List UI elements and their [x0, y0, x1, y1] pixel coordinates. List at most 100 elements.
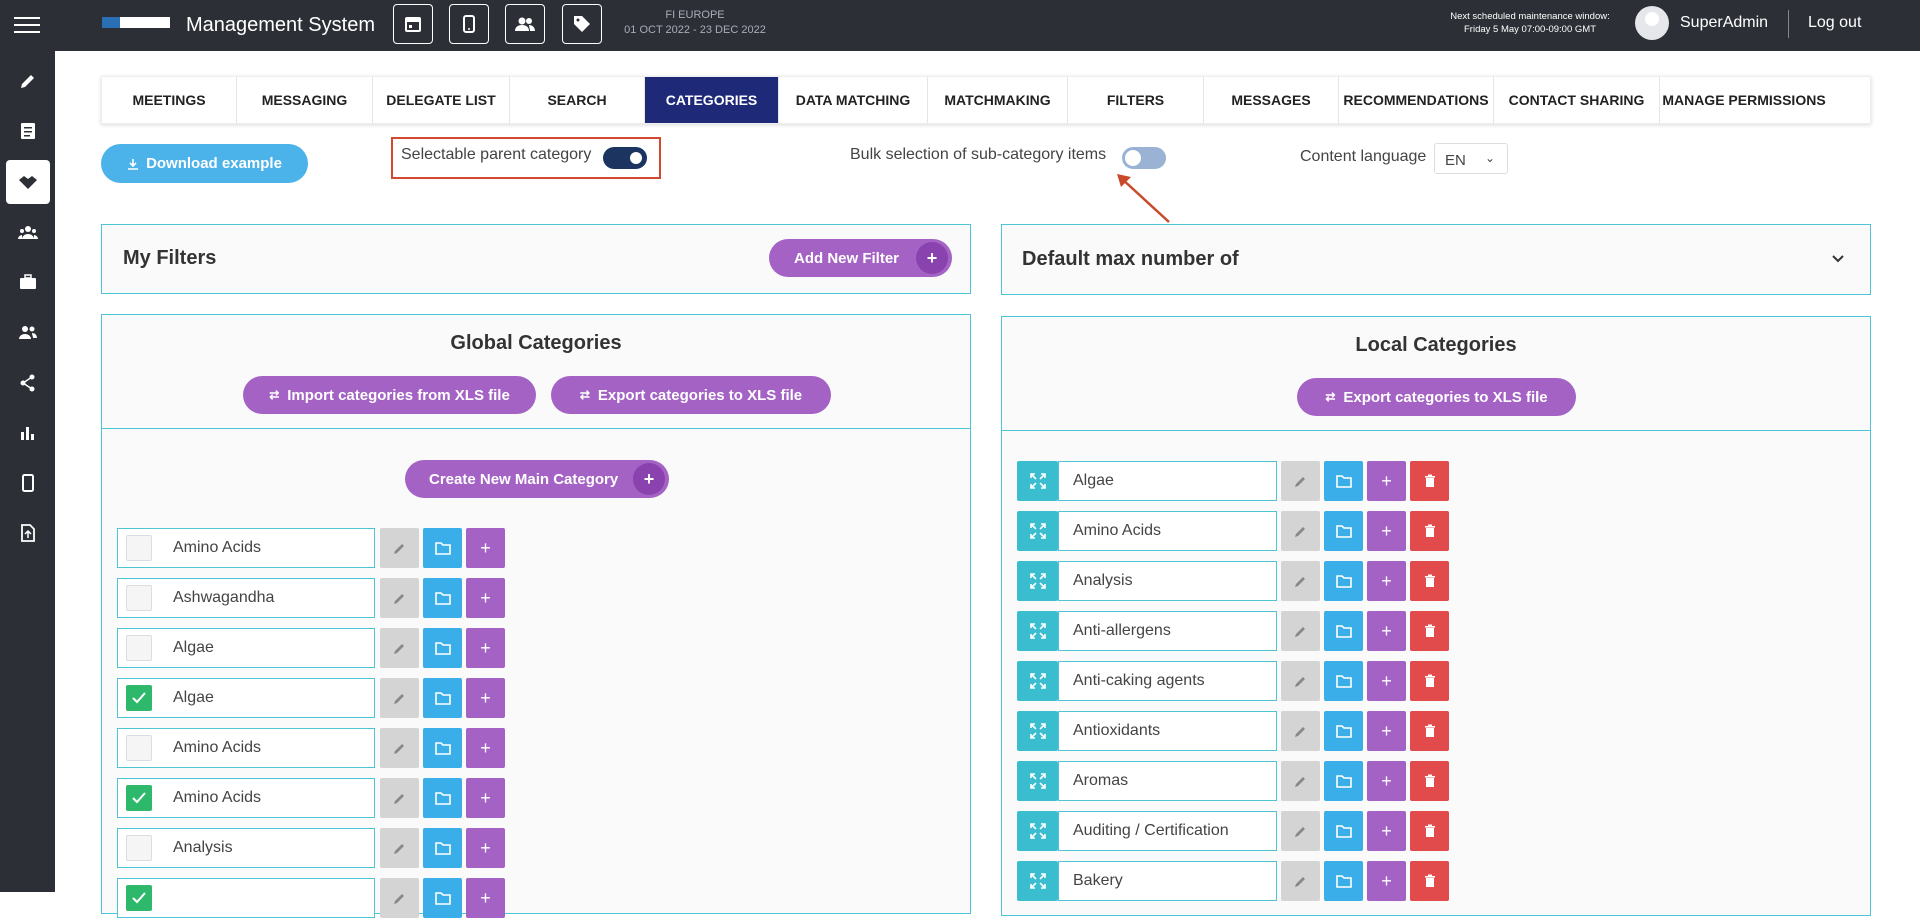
- add-subcategory-button[interactable]: +: [1367, 461, 1406, 501]
- tab-messages[interactable]: MESSAGES: [1204, 77, 1339, 123]
- add-subcategory-button[interactable]: +: [466, 778, 505, 818]
- tab-categories[interactable]: CATEGORIES: [645, 77, 779, 123]
- delete-button[interactable]: [1410, 861, 1449, 901]
- delete-button[interactable]: [1410, 661, 1449, 701]
- category-name-field[interactable]: Aromas: [1058, 761, 1277, 801]
- add-subcategory-button[interactable]: +: [1367, 511, 1406, 551]
- category-name-field[interactable]: Antioxidants: [1058, 711, 1277, 751]
- category-name-field[interactable]: Auditing / Certification: [1058, 811, 1277, 851]
- category-name-field[interactable]: Ashwagandha: [117, 578, 375, 618]
- bulk-selection-toggle[interactable]: [1122, 147, 1166, 169]
- edit-button[interactable]: [380, 728, 419, 768]
- folder-button[interactable]: [423, 528, 462, 568]
- add-subcategory-button[interactable]: +: [1367, 761, 1406, 801]
- sidebar-item-share[interactable]: [0, 361, 55, 405]
- expand-button[interactable]: [1017, 561, 1058, 601]
- category-name-field[interactable]: Algae: [1058, 461, 1277, 501]
- tab-messaging[interactable]: MESSAGING: [237, 77, 373, 123]
- category-name-field[interactable]: Algae: [117, 678, 375, 718]
- add-subcategory-button[interactable]: +: [466, 578, 505, 618]
- add-subcategory-button[interactable]: +: [466, 728, 505, 768]
- category-name-field[interactable]: Anti-caking agents: [1058, 661, 1277, 701]
- folder-button[interactable]: [1324, 711, 1363, 751]
- category-checkbox[interactable]: [126, 535, 152, 561]
- expand-button[interactable]: [1017, 661, 1058, 701]
- edit-button[interactable]: [1281, 661, 1320, 701]
- sidebar-item-exhibitors[interactable]: [0, 260, 55, 304]
- tab-matchmaking[interactable]: MATCHMAKING: [928, 77, 1068, 123]
- users-button[interactable]: [505, 4, 545, 44]
- local-export-xls-button[interactable]: ⇄ Export categories to XLS file: [1297, 378, 1576, 416]
- add-subcategory-button[interactable]: +: [466, 678, 505, 718]
- tab-recommendations[interactable]: RECOMMENDATIONS: [1339, 77, 1494, 123]
- mobile-button[interactable]: [449, 4, 489, 44]
- category-name-field[interactable]: Algae: [117, 628, 375, 668]
- category-checkbox[interactable]: [126, 835, 152, 861]
- tab-search[interactable]: SEARCH: [510, 77, 645, 123]
- tag-button[interactable]: [562, 4, 602, 44]
- category-name-field[interactable]: Analysis: [1058, 561, 1277, 601]
- category-name-field[interactable]: Amino Acids: [117, 728, 375, 768]
- edit-button[interactable]: [1281, 611, 1320, 651]
- edit-button[interactable]: [1281, 461, 1320, 501]
- folder-button[interactable]: [423, 628, 462, 668]
- add-subcategory-button[interactable]: +: [466, 878, 505, 918]
- category-name-field[interactable]: Anti-allergens: [1058, 611, 1277, 651]
- create-main-category-button[interactable]: Create New Main Category +: [405, 460, 669, 498]
- content-language-select[interactable]: EN ⌄: [1434, 143, 1508, 174]
- add-subcategory-button[interactable]: +: [1367, 561, 1406, 601]
- add-subcategory-button[interactable]: +: [466, 528, 505, 568]
- edit-button[interactable]: [380, 878, 419, 918]
- tab-data-matching[interactable]: DATA MATCHING: [779, 77, 928, 123]
- expand-button[interactable]: [1017, 611, 1058, 651]
- sidebar-item-people[interactable]: [0, 310, 55, 354]
- folder-button[interactable]: [1324, 761, 1363, 801]
- folder-button[interactable]: [1324, 661, 1363, 701]
- category-checkbox[interactable]: [126, 685, 152, 711]
- selectable-parent-toggle[interactable]: [603, 147, 647, 169]
- delete-button[interactable]: [1410, 761, 1449, 801]
- hamburger-menu-icon[interactable]: [14, 17, 40, 35]
- category-name-field[interactable]: Amino Acids: [117, 778, 375, 818]
- user-name[interactable]: SuperAdmin: [1680, 14, 1768, 32]
- tab-manage-permissions[interactable]: MANAGE PERMISSIONS: [1660, 77, 1828, 123]
- delete-button[interactable]: [1410, 461, 1449, 501]
- category-checkbox[interactable]: [126, 735, 152, 761]
- tab-contact-sharing[interactable]: CONTACT SHARING: [1494, 77, 1660, 123]
- edit-button[interactable]: [1281, 711, 1320, 751]
- add-subcategory-button[interactable]: +: [466, 628, 505, 668]
- expand-button[interactable]: [1017, 861, 1058, 901]
- delete-button[interactable]: [1410, 811, 1449, 851]
- add-subcategory-button[interactable]: +: [1367, 661, 1406, 701]
- folder-button[interactable]: [1324, 561, 1363, 601]
- category-name-field[interactable]: [117, 878, 375, 918]
- category-name-field[interactable]: Analysis: [117, 828, 375, 868]
- default-max-panel[interactable]: Default max number of: [1001, 224, 1871, 295]
- delete-button[interactable]: [1410, 511, 1449, 551]
- avatar[interactable]: [1635, 6, 1669, 40]
- add-subcategory-button[interactable]: +: [1367, 611, 1406, 651]
- category-checkbox[interactable]: [126, 885, 152, 911]
- add-subcategory-button[interactable]: +: [466, 828, 505, 868]
- add-new-filter-button[interactable]: Add New Filter +: [769, 239, 952, 277]
- delete-button[interactable]: [1410, 711, 1449, 751]
- edit-button[interactable]: [1281, 761, 1320, 801]
- category-checkbox[interactable]: [126, 585, 152, 611]
- folder-button[interactable]: [1324, 461, 1363, 501]
- sidebar-item-document[interactable]: [0, 109, 55, 153]
- edit-button[interactable]: [380, 778, 419, 818]
- expand-button[interactable]: [1017, 811, 1058, 851]
- category-checkbox[interactable]: [126, 785, 152, 811]
- folder-button[interactable]: [423, 678, 462, 718]
- folder-button[interactable]: [423, 778, 462, 818]
- sidebar-item-groups[interactable]: [0, 210, 55, 254]
- download-example-button[interactable]: Download example: [101, 144, 308, 183]
- edit-button[interactable]: [1281, 861, 1320, 901]
- import-xls-button[interactable]: ⇄ Import categories from XLS file: [243, 376, 536, 414]
- add-subcategory-button[interactable]: +: [1367, 861, 1406, 901]
- category-name-field[interactable]: Amino Acids: [1058, 511, 1277, 551]
- expand-button[interactable]: [1017, 761, 1058, 801]
- folder-button[interactable]: [423, 878, 462, 918]
- sidebar-item-app[interactable]: [0, 461, 55, 505]
- folder-button[interactable]: [423, 828, 462, 868]
